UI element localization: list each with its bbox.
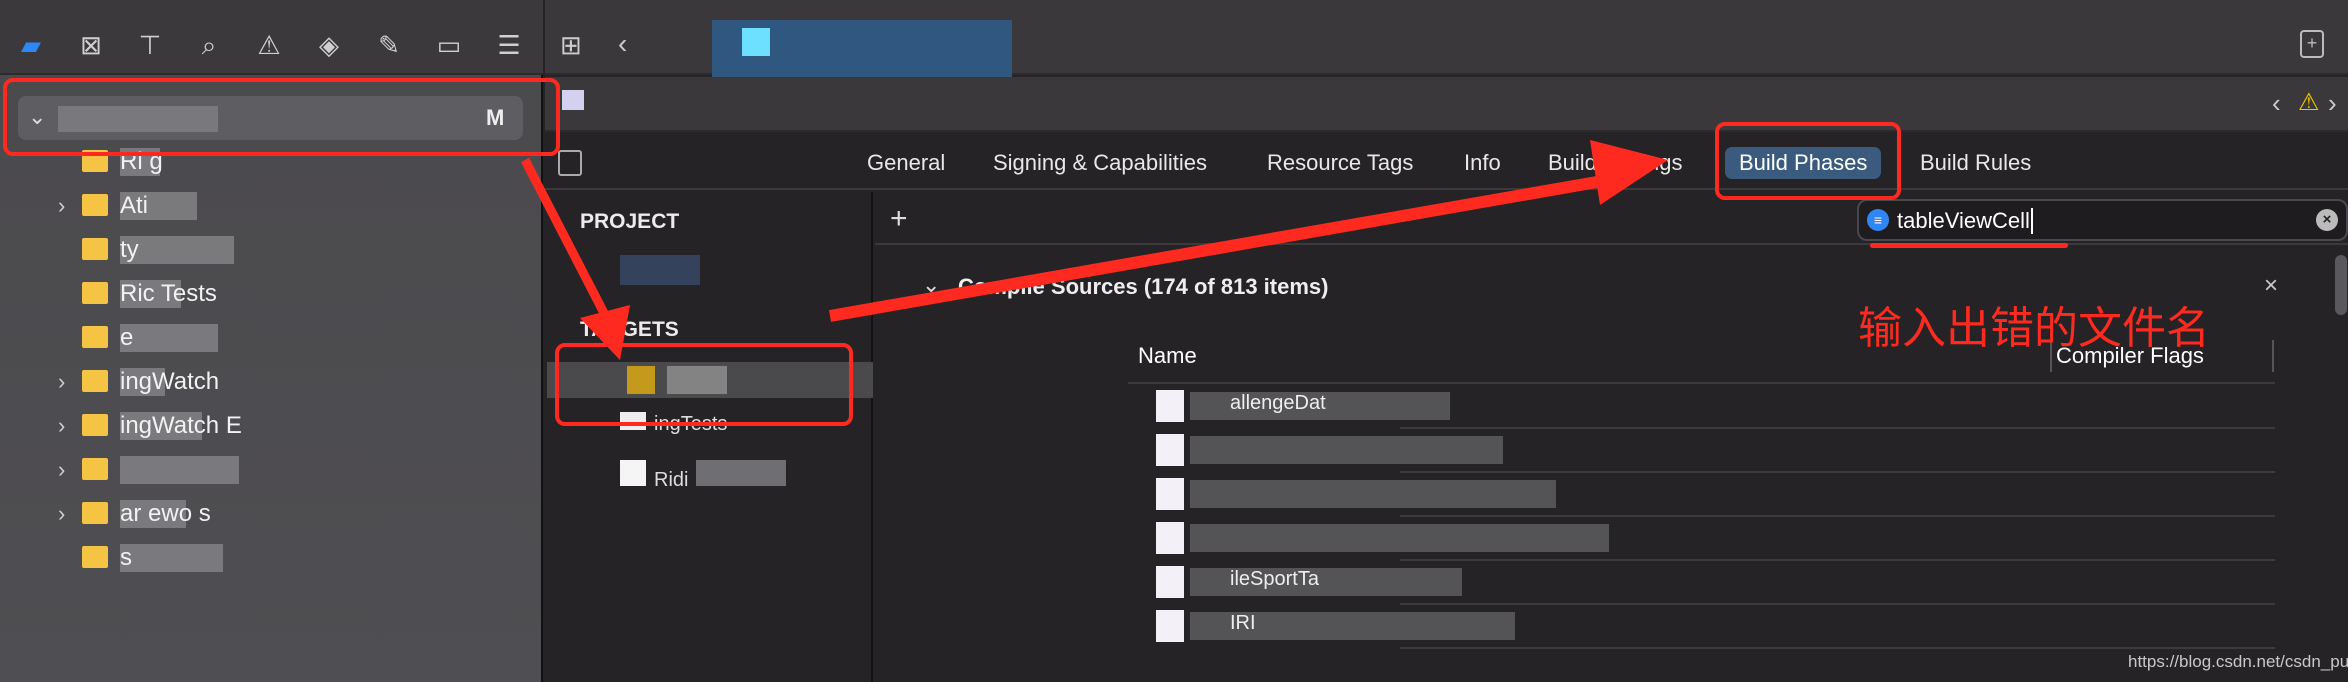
annotation-arrows bbox=[521, 140, 1668, 360]
arrow-head bbox=[580, 305, 630, 360]
arrow-to-build-phases bbox=[828, 172, 1622, 322]
arrow-to-target bbox=[521, 157, 609, 318]
arrow-head bbox=[1590, 140, 1668, 205]
